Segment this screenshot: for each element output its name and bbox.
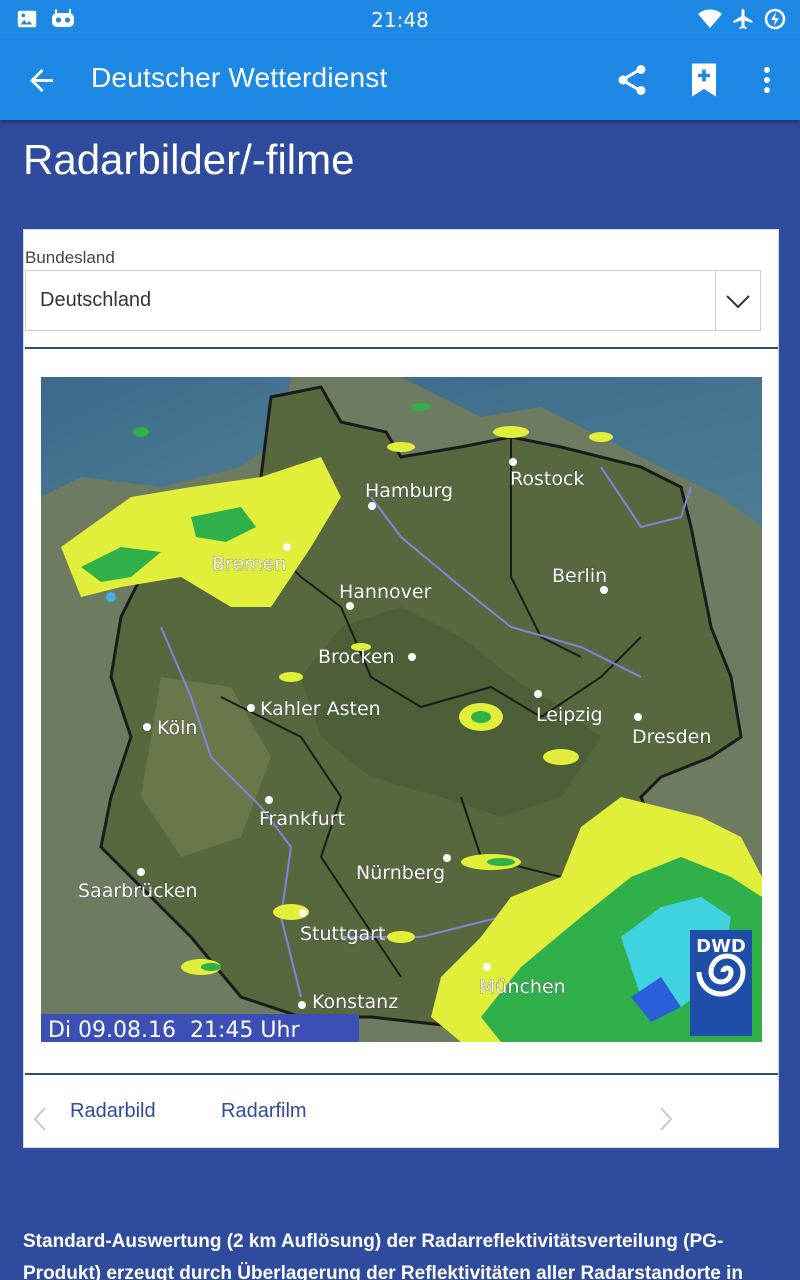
battery-charging-icon [762,6,788,32]
divider-top [25,347,778,349]
tab-radarfilm[interactable]: Radarfilm [221,1100,307,1123]
tab-bar: Radarbild Radarfilm [24,1078,778,1148]
region-select-label: Bundesland [25,248,115,267]
dwd-logo: DWD [690,930,752,1036]
clock: 21:48 [371,8,429,32]
airplane-icon [730,6,756,32]
city-label: Brocken [318,646,395,668]
status-bar: 21:48 [0,0,800,40]
city-label: Hamburg [365,480,453,502]
city-label: Bremen [212,553,286,575]
chevron-left-icon[interactable] [30,1104,50,1134]
city-label: Dresden [632,726,711,748]
region-select[interactable]: Deutschland [25,270,761,331]
city-label: Leipzig [536,704,603,726]
radar-description: Standard-Auswertung (2 km Auflösung) der… [23,1231,744,1280]
city-label: Konstanz [312,991,398,1013]
bookmark-add-icon[interactable] [682,58,726,102]
radar-card: Bundesland Deutschland Hamburg Rostock B… [23,229,779,1148]
city-label: Berlin [552,565,607,587]
chevron-down-icon[interactable] [724,287,752,315]
share-icon[interactable] [610,58,654,102]
city-label: Stuttgart [300,923,385,945]
radar-timestamp: Di 09.08.16 21:45 Uhr [48,1018,300,1042]
city-label: Rostock [510,468,584,490]
app-bar-title: Deutscher Wetterdienst [91,62,388,93]
city-label: Saarbrücken [78,880,198,902]
radar-map-image: Hamburg Rostock Bremen Berlin Hannover B… [41,377,762,1042]
page-title: Radarbilder/-filme [23,136,355,183]
tab-radarbild[interactable]: Radarbild [70,1100,156,1123]
region-select-value: Deutschland [40,289,152,311]
wifi-icon [697,6,723,32]
city-label: München [479,976,566,998]
city-label: Hannover [339,581,432,603]
city-label: Nürnberg [356,862,445,884]
chevron-right-icon[interactable] [656,1104,676,1134]
app-bar: Deutscher Wetterdienst [0,40,800,120]
more-vert-icon[interactable] [745,58,789,102]
dwd-logo-text: DWD [696,936,746,957]
city-label: Frankfurt [259,808,345,830]
divider-bottom [25,1073,778,1075]
city-label: Köln [157,717,197,739]
select-divider [715,271,716,330]
back-arrow-icon[interactable] [22,60,62,100]
city-label: Kahler Asten [260,698,381,720]
